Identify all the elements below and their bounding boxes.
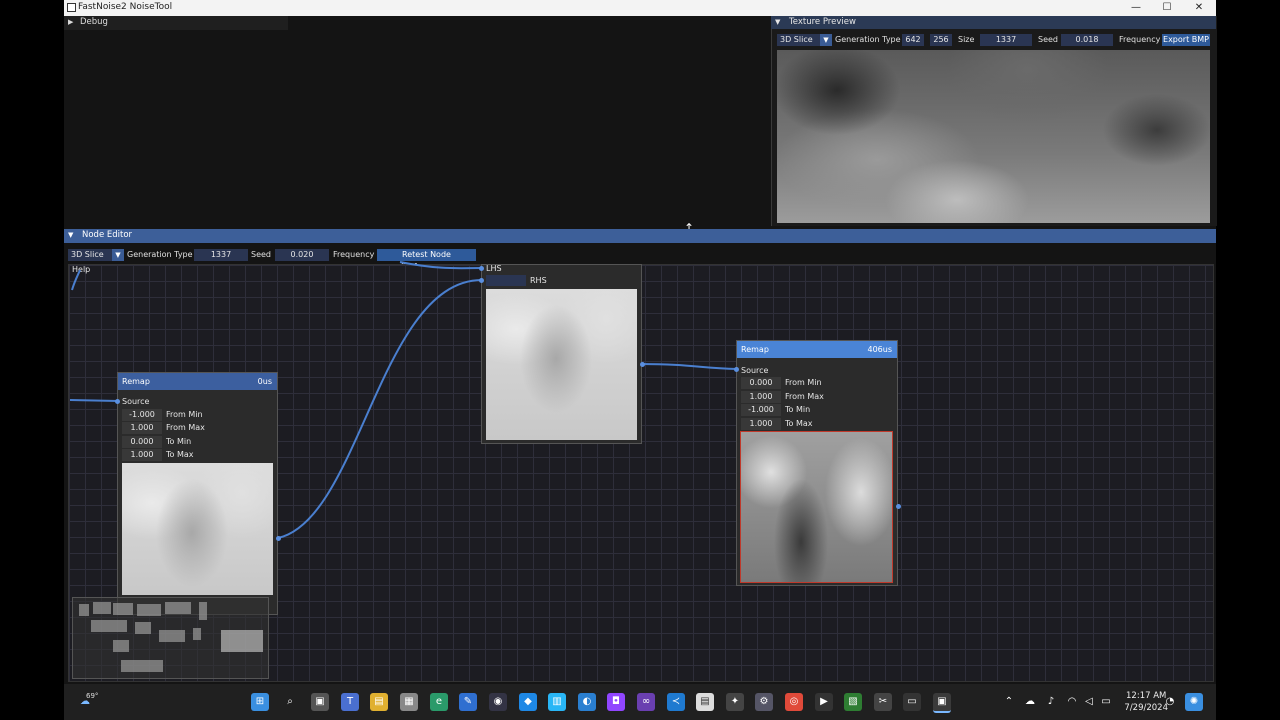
minimap-node: [159, 630, 185, 642]
node-preview-image: [122, 463, 273, 595]
node-title-bar[interactable]: Remap 0us: [118, 373, 277, 390]
param-value[interactable]: 0.000: [122, 436, 162, 448]
volume-icon[interactable]: ◁: [1080, 693, 1098, 711]
onedrive-icon[interactable]: ☁: [1021, 693, 1039, 711]
start-icon[interactable]: ⊞: [251, 693, 269, 711]
param-name: From Max: [166, 423, 205, 432]
minimap-node: [113, 640, 129, 652]
wire: [639, 363, 738, 370]
source-label: Source: [741, 366, 769, 375]
input-port[interactable]: [115, 399, 120, 404]
input-port[interactable]: [479, 278, 484, 283]
notifications-icon[interactable]: ◔: [1161, 693, 1179, 711]
app-icon[interactable]: ▥: [548, 693, 566, 711]
battery-icon[interactable]: ▭: [1097, 693, 1115, 711]
node-preview-image: [740, 431, 893, 583]
steam-icon[interactable]: ◉: [489, 693, 507, 711]
vscode-icon[interactable]: ≺: [667, 693, 685, 711]
node-title: Remap: [741, 345, 769, 354]
wire: [399, 261, 483, 270]
param-name: From Min: [785, 378, 822, 387]
param-value[interactable]: 0.000: [741, 377, 781, 389]
source-input: Source: [122, 396, 149, 408]
rhs-input: RHS: [530, 275, 547, 287]
param-name: To Max: [166, 450, 194, 459]
minimap-node: [113, 603, 133, 615]
combine-node[interactable]: LHS RHS: [481, 264, 642, 444]
remap-node-right[interactable]: Remap 406us Source 0.000 From Min 1.000 Fr…: [736, 340, 898, 586]
weather-temp: 69°: [86, 692, 99, 700]
minimap-node: [121, 660, 163, 672]
minimap-node: [137, 604, 161, 616]
wire: [277, 279, 483, 539]
param-name: To Min: [166, 437, 192, 446]
minimap-node: [91, 620, 127, 632]
node-title-bar[interactable]: Remap 406us: [737, 341, 897, 358]
app-icon[interactable]: ✂: [874, 693, 892, 711]
param-name: From Max: [785, 392, 824, 401]
task-view-icon[interactable]: ▣: [311, 693, 329, 711]
microphone-icon[interactable]: ♪: [1042, 693, 1060, 711]
wire: [69, 399, 119, 402]
lhs-input: LHS: [486, 263, 502, 275]
remap-node-left[interactable]: Remap 0us Source -1.000 From Min 1.000 Fro…: [117, 372, 278, 615]
param-value[interactable]: 1.000: [741, 418, 781, 430]
input-port[interactable]: [734, 367, 739, 372]
app-icon[interactable]: ▧: [844, 693, 862, 711]
edge-beta-icon[interactable]: ◐: [578, 693, 596, 711]
taskbar: ☁ 69° ⊞ ⌕ ▣ T ▤ ▦ e ✎ ◉ ◆ ▥ ◐ ◘ ∞ ≺ ▤ ✦ …: [64, 684, 1216, 720]
visual-studio-icon[interactable]: ∞: [637, 693, 655, 711]
media-player-icon[interactable]: ▶: [815, 693, 833, 711]
minimap-node: [199, 602, 207, 620]
wire: [71, 269, 81, 291]
search-icon[interactable]: ⌕: [281, 693, 299, 711]
file-explorer-icon[interactable]: ▤: [370, 693, 388, 711]
node-time: 406us: [867, 345, 892, 354]
notepad-icon[interactable]: ▤: [696, 693, 714, 711]
noisetool-icon[interactable]: ▣: [933, 693, 951, 713]
rhs-value-field[interactable]: [486, 275, 526, 286]
node-title: Remap: [122, 377, 150, 386]
rhs-label: RHS: [530, 276, 547, 285]
param-value[interactable]: -1.000: [741, 404, 781, 416]
input-port[interactable]: [479, 266, 484, 271]
output-port[interactable]: [276, 536, 281, 541]
param-name: To Min: [785, 405, 811, 414]
output-port[interactable]: [896, 504, 901, 509]
chrome-icon[interactable]: ◎: [785, 693, 803, 711]
node-time: 0us: [257, 377, 272, 386]
copilot-icon[interactable]: ✺: [1185, 693, 1203, 711]
param-name: From Min: [166, 410, 203, 419]
terminal-icon[interactable]: ▭: [903, 693, 921, 711]
param-name: To Max: [785, 419, 813, 428]
twitch-icon[interactable]: ◘: [607, 693, 625, 711]
teams-icon[interactable]: T: [341, 693, 359, 711]
app-icon[interactable]: ✎: [459, 693, 477, 711]
param-value[interactable]: 1.000: [741, 391, 781, 403]
minimap-node: [135, 622, 151, 634]
node-preview-image: [486, 289, 637, 440]
settings-icon[interactable]: ⚙: [755, 693, 773, 711]
app-icon[interactable]: ◆: [519, 693, 537, 711]
param-value[interactable]: -1.000: [122, 409, 162, 421]
output-port[interactable]: [640, 362, 645, 367]
store-icon[interactable]: ▦: [400, 693, 418, 711]
param-value[interactable]: 1.000: [122, 422, 162, 434]
app-icon[interactable]: ✦: [726, 693, 744, 711]
minimap-viewport: [221, 630, 263, 652]
source-input: Source: [741, 365, 768, 377]
source-label: Source: [122, 397, 150, 406]
minimap-node: [193, 628, 201, 640]
param-value[interactable]: 1.000: [122, 449, 162, 461]
node-minimap[interactable]: [72, 597, 269, 679]
chevron-up-icon[interactable]: ⌃: [1000, 693, 1018, 711]
lhs-label: LHS: [486, 264, 502, 273]
wifi-icon[interactable]: ◠: [1063, 693, 1081, 711]
edge-icon[interactable]: e: [430, 693, 448, 711]
minimap-node: [93, 602, 111, 614]
minimap-node: [165, 602, 191, 614]
minimap-node: [79, 604, 89, 616]
